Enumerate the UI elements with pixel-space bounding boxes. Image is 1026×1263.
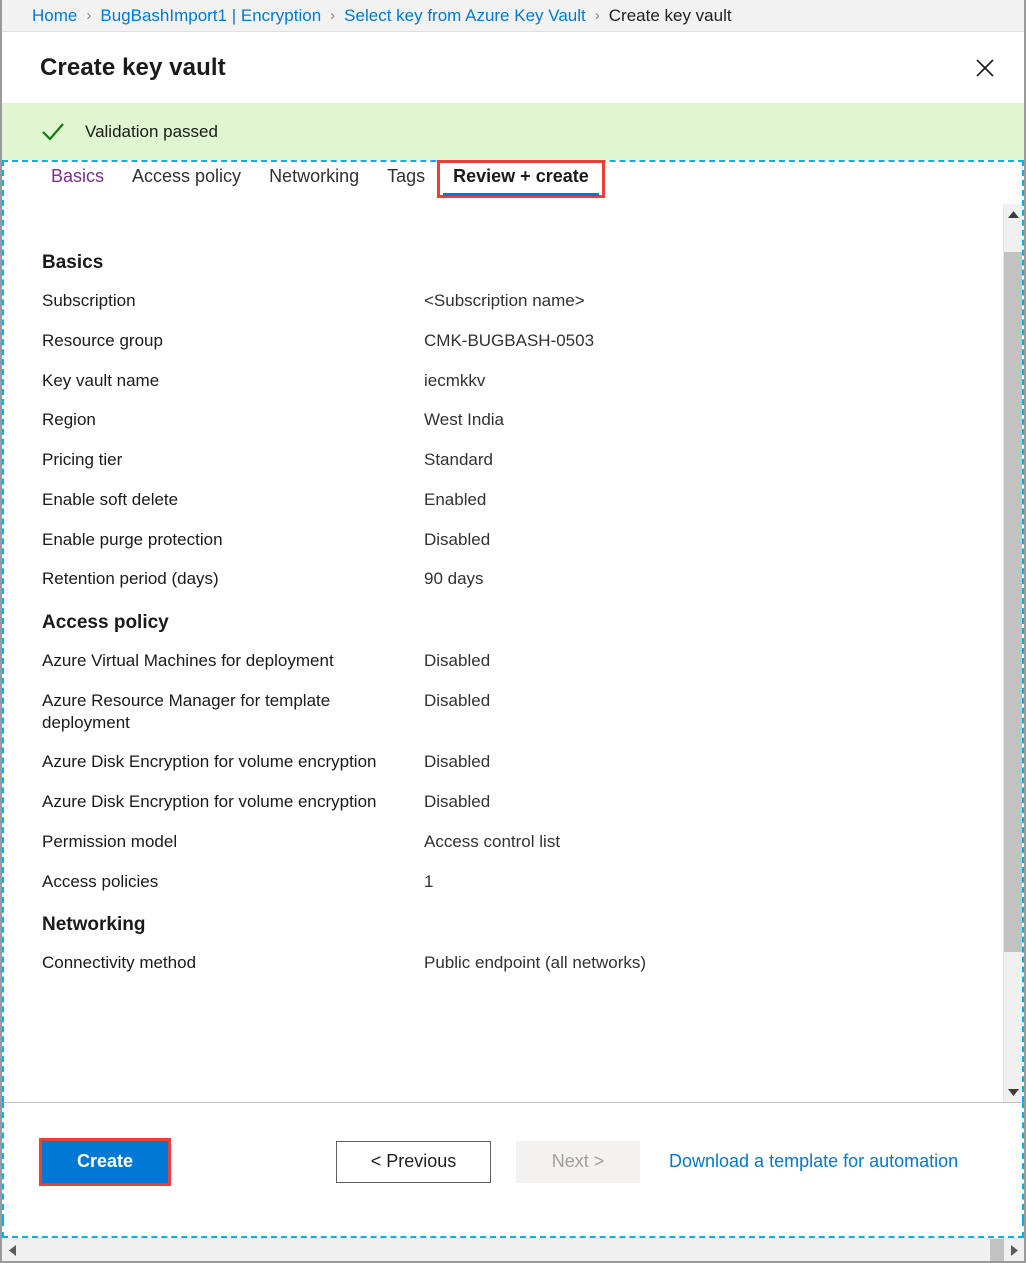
row-value: Disabled — [424, 529, 1003, 551]
row-azure-resource-manager-for-template-deployment: Azure Resource Manager for template depl… — [42, 690, 1003, 734]
horizontal-scroll-thumb[interactable] — [990, 1239, 1004, 1261]
create-key-vault-window: Home › BugBashImport1 | Encryption › Sel… — [0, 0, 1026, 1263]
row-value: Public endpoint (all networks) — [424, 952, 1003, 974]
row-pricing-tier: Pricing tier Standard — [42, 449, 1003, 471]
row-region: Region West India — [42, 409, 1003, 431]
breadcrumb-item-bugbashimport1-encryption[interactable]: BugBashImport1 | Encryption — [100, 6, 321, 26]
section-basics: Basics Subscription <Subscription name> … — [42, 252, 1003, 590]
section-networking: Networking Connectivity method Public en… — [42, 914, 1003, 974]
row-enable-purge-protection: Enable purge protection Disabled — [42, 529, 1003, 551]
row-value: Disabled — [424, 791, 1003, 813]
row-permission-model: Permission model Access control list — [42, 831, 1003, 853]
page-title: Create key vault — [40, 54, 226, 82]
row-label: Connectivity method — [42, 952, 424, 974]
row-resource-group: Resource group CMK-BUGBASH-0503 — [42, 330, 1003, 352]
wizard-tabs: Basics Access policy Networking Tags Rev… — [4, 162, 1022, 204]
chevron-down-glyph — [1008, 1089, 1019, 1096]
horizontal-scrollbar[interactable] — [2, 1238, 1024, 1261]
breadcrumb-item-home[interactable]: Home — [32, 6, 77, 26]
next-button: Next > — [516, 1141, 640, 1183]
breadcrumb-separator-icon: › — [86, 7, 91, 24]
row-value: Disabled — [424, 751, 1003, 773]
scroll-up-arrow-icon[interactable] — [1004, 204, 1022, 224]
row-enable-soft-delete: Enable soft delete Enabled — [42, 489, 1003, 511]
row-value: 90 days — [424, 568, 1003, 590]
section-access-policy: Access policy Azure Virtual Machines for… — [42, 612, 1003, 892]
row-value: Enabled — [424, 489, 1003, 511]
close-icon[interactable] — [968, 51, 1002, 85]
row-label: Access policies — [42, 871, 424, 893]
row-label: Resource group — [42, 330, 424, 352]
summary-content: Basics Subscription <Subscription name> … — [4, 204, 1003, 1102]
tab-review-create[interactable]: Review + create — [439, 162, 603, 196]
row-value: 1 — [424, 871, 1003, 893]
breadcrumb-separator-icon: › — [595, 7, 600, 24]
wizard-content-region: Basics Access policy Networking Tags Rev… — [2, 160, 1024, 1102]
vertical-scrollbar[interactable] — [1003, 204, 1022, 1102]
section-title-access-policy: Access policy — [42, 612, 1003, 634]
create-button[interactable]: Create — [42, 1141, 168, 1183]
row-label: Key vault name — [42, 370, 424, 392]
row-azure-disk-encryption-for-volume-encryption: Azure Disk Encryption for volume encrypt… — [42, 751, 1003, 773]
validation-message: Validation passed — [85, 122, 218, 142]
footer-bottom-spacer — [2, 1220, 1024, 1238]
row-label: Retention period (days) — [42, 568, 424, 590]
row-label: Azure Disk Encryption for volume encrypt… — [42, 791, 424, 813]
summary-scroll-body: Basics Subscription <Subscription name> … — [4, 204, 1022, 1102]
breadcrumb: Home › BugBashImport1 | Encryption › Sel… — [2, 0, 1024, 32]
close-glyph — [975, 58, 995, 78]
tab-basics[interactable]: Basics — [37, 162, 118, 197]
row-azure-disk-encryption-for-volume-encryption-2: Azure Disk Encryption for volume encrypt… — [42, 791, 1003, 813]
breadcrumb-item-select-key-from-azure-key-vault[interactable]: Select key from Azure Key Vault — [344, 6, 586, 26]
chevron-up-glyph — [1008, 211, 1019, 218]
row-label: Enable soft delete — [42, 489, 424, 511]
row-label: Azure Resource Manager for template depl… — [42, 690, 424, 734]
row-value: Disabled — [424, 690, 1003, 712]
row-value: <Subscription name> — [424, 290, 1003, 312]
row-retention-period: Retention period (days) 90 days — [42, 568, 1003, 590]
row-value: iecmkkv — [424, 370, 1003, 392]
checkmark-icon — [40, 119, 66, 145]
section-title-basics: Basics — [42, 252, 1003, 274]
row-label: Region — [42, 409, 424, 431]
download-template-link[interactable]: Download a template for automation — [669, 1151, 958, 1172]
row-access-policies: Access policies 1 — [42, 871, 1003, 893]
scroll-down-arrow-icon[interactable] — [1004, 1082, 1022, 1102]
breadcrumb-separator-icon: › — [330, 7, 335, 24]
section-title-networking: Networking — [42, 914, 1003, 936]
row-value: Disabled — [424, 650, 1003, 672]
tab-access-policy[interactable]: Access policy — [118, 162, 255, 197]
row-key-vault-name: Key vault name iecmkkv — [42, 370, 1003, 392]
tab-networking[interactable]: Networking — [255, 162, 373, 197]
previous-button[interactable]: < Previous — [336, 1141, 491, 1183]
chevron-right-glyph — [1011, 1245, 1018, 1256]
vertical-scroll-thumb[interactable] — [1004, 252, 1022, 952]
row-subscription: Subscription <Subscription name> — [42, 290, 1003, 312]
row-value: CMK-BUGBASH-0503 — [424, 330, 1003, 352]
row-label: Azure Disk Encryption for volume encrypt… — [42, 751, 424, 773]
row-label: Azure Virtual Machines for deployment — [42, 650, 424, 672]
row-label: Pricing tier — [42, 449, 424, 471]
scroll-left-arrow-icon[interactable] — [2, 1239, 22, 1261]
vertical-scroll-track[interactable] — [1004, 224, 1022, 1082]
breadcrumb-item-create-key-vault: Create key vault — [609, 6, 732, 26]
row-label: Enable purge protection — [42, 529, 424, 551]
validation-banner: Validation passed — [2, 104, 1024, 160]
row-label: Subscription — [42, 290, 424, 312]
row-value: West India — [424, 409, 1003, 431]
row-label: Permission model — [42, 831, 424, 853]
title-bar: Create key vault — [2, 32, 1024, 104]
tab-tags[interactable]: Tags — [373, 162, 439, 197]
horizontal-scroll-track[interactable] — [22, 1239, 1004, 1261]
row-azure-virtual-machines-for-deployment: Azure Virtual Machines for deployment Di… — [42, 650, 1003, 672]
row-value: Access control list — [424, 831, 1003, 853]
scroll-right-arrow-icon[interactable] — [1004, 1239, 1024, 1261]
chevron-left-glyph — [9, 1245, 16, 1256]
row-value: Standard — [424, 449, 1003, 471]
wizard-footer: Create < Previous Next > Download a temp… — [2, 1102, 1024, 1220]
row-connectivity-method: Connectivity method Public endpoint (all… — [42, 952, 1003, 974]
